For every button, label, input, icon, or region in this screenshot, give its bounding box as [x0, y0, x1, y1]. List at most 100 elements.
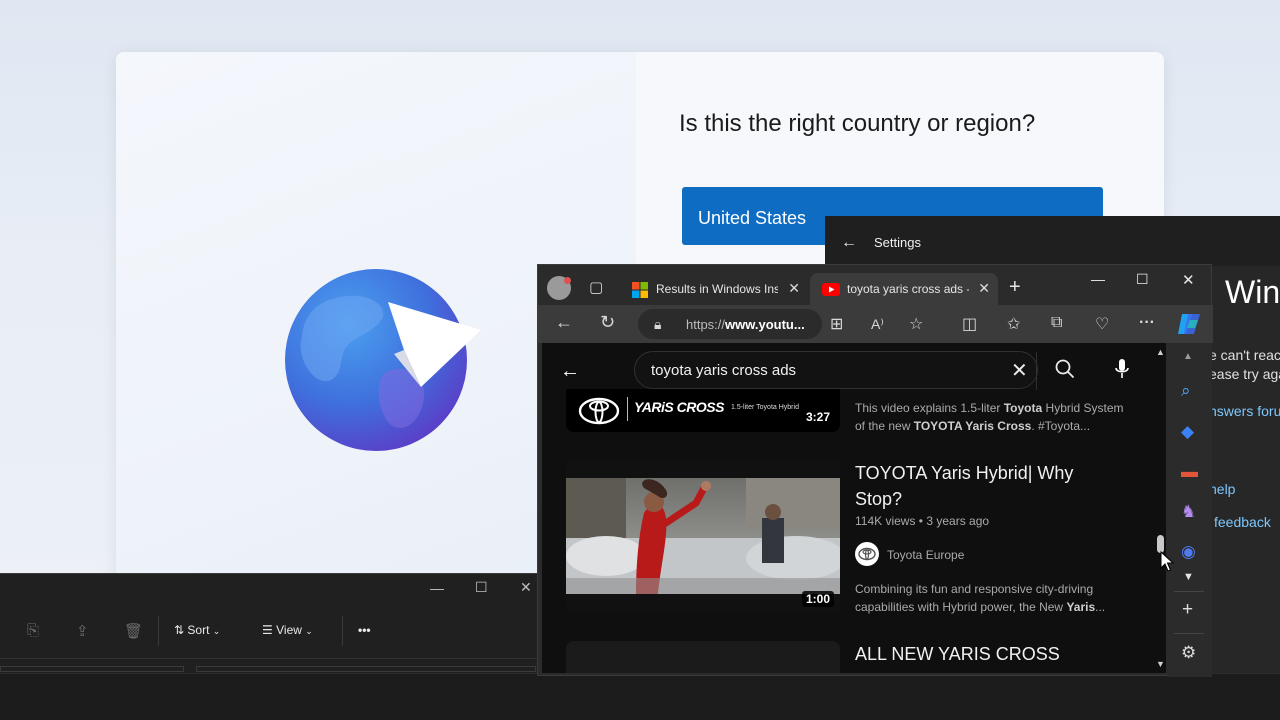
sidebar-scroll-down-icon[interactable]: ▼ [1183, 571, 1194, 583]
view-icon: ☰ [262, 623, 273, 637]
sort-icon: ⇅ [174, 623, 185, 637]
settings-page-heading: Win [1225, 274, 1280, 310]
sidebar-scroll-up-icon[interactable]: ▲ [1183, 351, 1193, 362]
youtube-search-box[interactable]: toyota yaris cross ads ✕ [634, 351, 1075, 390]
favorite-star-icon[interactable]: ☆ [909, 314, 923, 334]
tools-icon[interactable]: ▬ [1181, 462, 1198, 482]
edge-browser-window: ▢ Results in Windows Insi ✕ toyota yaris… [537, 264, 1213, 677]
taskbar-area [0, 673, 1280, 720]
chevron-down-icon: ⌄ [212, 626, 221, 636]
page-scrollbar[interactable]: ▲ ▼ [1154, 343, 1166, 673]
copilot-icon[interactable] [1176, 312, 1202, 336]
video-thumbnail[interactable]: 1:00 [566, 460, 840, 613]
give-feedback-link[interactable]: feedback [1214, 514, 1271, 530]
rename-icon[interactable]: ⎘ [27, 622, 39, 639]
scroll-up-arrow-icon[interactable]: ▲ [1156, 347, 1165, 357]
youtube-page: ← toyota yaris cross ads ✕ YARiS CROSS 1… [542, 343, 1166, 673]
channel-avatar[interactable] [855, 542, 879, 566]
view-button[interactable]: ☰ View ⌄ [262, 623, 313, 637]
channel-name[interactable]: Toyota Europe [887, 548, 964, 562]
refresh-icon[interactable]: ↻ [600, 312, 615, 333]
search-input[interactable]: toyota yaris cross ads [651, 362, 796, 379]
games-icon[interactable]: ♞ [1181, 502, 1196, 522]
collections-icon[interactable]: ⧉ [1051, 314, 1062, 332]
split-screen-icon[interactable]: ◫ [962, 314, 977, 334]
explorer-separator [0, 658, 545, 659]
profile-avatar[interactable] [547, 276, 571, 300]
explorer-close-button[interactable]: ✕ [520, 579, 532, 596]
explorer-maximize-button[interactable]: ☐ [475, 579, 488, 596]
address-text[interactable]: https://www.youtu... [686, 317, 805, 332]
youtube-icon [822, 283, 840, 296]
close-tab-icon[interactable]: ✕ [978, 280, 990, 297]
sort-label: Sort [187, 623, 210, 637]
globe-icon [285, 269, 481, 451]
delete-icon[interactable]: 🗑 [124, 622, 143, 640]
browser-toolbar: ← ↻ 🔒︎ https://www.youtu... ⊞ A⁾ ☆ ◫ ✩ ⧉… [538, 305, 1213, 343]
video-thumbnail-image [566, 478, 840, 594]
new-tab-button[interactable]: + [1009, 276, 1021, 299]
video-title-line-2: Stop? [855, 489, 903, 509]
maximize-button[interactable]: ☐ [1136, 271, 1149, 288]
tab-label: toyota yaris cross ads - [847, 282, 969, 296]
video-thumbnail[interactable] [566, 641, 840, 673]
toolbar-divider [158, 616, 159, 646]
video-title[interactable]: ALL NEW YARIS CROSS [855, 641, 1060, 667]
error-message-line-2: ease try aga [1209, 366, 1280, 382]
navigation-field[interactable] [0, 666, 184, 672]
back-arrow-icon[interactable]: ← [841, 234, 857, 252]
close-tab-icon[interactable]: ✕ [788, 280, 800, 297]
video-description-line-1: This video explains 1.5-liter Toyota Hyb… [855, 401, 1124, 415]
close-window-button[interactable]: ✕ [1182, 271, 1195, 289]
sidebar-divider [1174, 633, 1204, 634]
video-thumbnail[interactable]: YARiS CROSS 1.5-liter Toyota Hybrid 3:27 [566, 389, 840, 432]
sort-button[interactable]: ⇅ Sort ⌄ [174, 623, 220, 637]
thumb-divider [627, 397, 628, 421]
settings-window-title: Settings [874, 235, 921, 250]
microsoft-365-icon[interactable]: ◉ [1181, 542, 1196, 562]
favorites-icon[interactable]: ✩ [1007, 314, 1020, 334]
error-message-line-1: e can't reac [1209, 347, 1280, 363]
microsoft-logo-icon [632, 282, 648, 298]
explorer-minimize-button[interactable]: — [430, 580, 444, 596]
minimize-button[interactable]: — [1091, 271, 1105, 287]
view-label: View [276, 623, 302, 637]
thumb-subtitle: 1.5-liter Toyota Hybrid [731, 404, 799, 411]
back-arrow-icon[interactable]: ← [560, 360, 580, 383]
read-aloud-icon[interactable]: A⁾ [871, 316, 884, 333]
path-field[interactable] [196, 666, 536, 672]
gear-icon[interactable]: ⚙ [1181, 643, 1196, 663]
more-options-button[interactable]: ••• [358, 623, 371, 637]
video-description: This video explains 1.5-liter Toyota Hyb… [855, 399, 1124, 435]
add-icon[interactable]: + [1182, 599, 1193, 621]
tab-youtube[interactable]: toyota yaris cross ads - ✕ [810, 273, 998, 305]
sidebar-divider [1174, 591, 1204, 592]
clear-search-icon[interactable]: ✕ [1011, 358, 1028, 383]
get-help-link[interactable]: help [1209, 481, 1235, 497]
answers-forum-link[interactable]: nswers foru [1209, 403, 1280, 419]
tab-label: Results in Windows Insi [656, 282, 778, 296]
scroll-down-arrow-icon[interactable]: ▼ [1156, 659, 1165, 669]
tab-windows-insider[interactable]: Results in Windows Insi ✕ [618, 273, 808, 305]
microphone-icon[interactable] [1115, 359, 1129, 379]
tab-actions-icon[interactable]: ▢ [589, 278, 603, 296]
toyota-logo-icon [858, 547, 876, 561]
share-icon[interactable]: ⇪ [76, 622, 89, 640]
video-title-line-1: TOYOTA Yaris Hybrid| Why [855, 463, 1074, 483]
search-icon[interactable]: ⌕ [1181, 381, 1191, 401]
oobe-question-title: Is this the right country or region? [679, 110, 1036, 137]
chevron-down-icon: ⌄ [305, 626, 313, 636]
lock-icon[interactable]: 🔒︎ [654, 316, 661, 333]
browser-essentials-icon[interactable]: ♡ [1095, 314, 1109, 334]
settings-and-more-icon[interactable]: ··· [1139, 314, 1155, 332]
back-icon[interactable]: ← [555, 312, 573, 333]
app-available-icon[interactable]: ⊞ [830, 314, 843, 334]
address-bar[interactable]: 🔒︎ https://www.youtu... [638, 309, 822, 339]
video-meta: 114K views • 3 years ago [855, 514, 990, 528]
mouse-cursor-icon [1160, 551, 1174, 572]
settings-content-pane [1211, 266, 1280, 676]
video-title[interactable]: TOYOTA Yaris Hybrid| Why Stop? [855, 460, 1073, 512]
notification-dot [564, 277, 571, 284]
search-icon[interactable] [1055, 359, 1075, 379]
shopping-tag-icon[interactable]: ◆ [1181, 422, 1194, 442]
